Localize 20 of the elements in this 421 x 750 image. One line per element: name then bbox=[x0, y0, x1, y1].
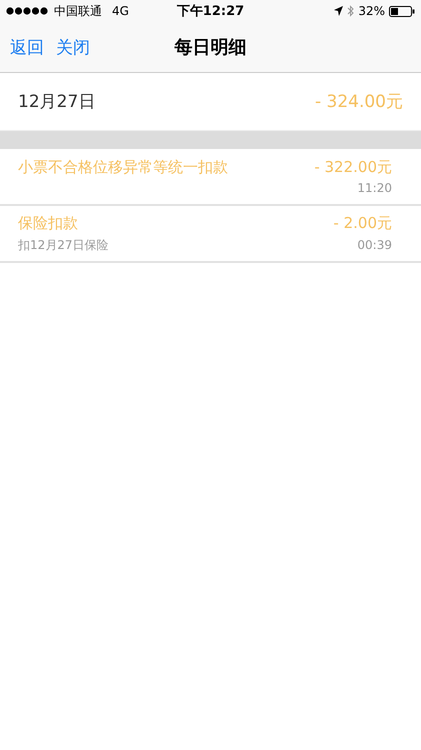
entry-note: 扣12月27日保险 bbox=[18, 236, 109, 254]
entry-title: 保险扣款 bbox=[18, 214, 78, 232]
entry-time: 11:20 bbox=[357, 181, 392, 195]
entry-amount: - 2.00元 bbox=[333, 214, 392, 232]
entry-title: 小票不合格位移异常等统一扣款 bbox=[18, 158, 228, 177]
bluetooth-icon bbox=[347, 5, 354, 17]
network-type: 4G bbox=[112, 4, 129, 18]
battery-icon bbox=[389, 6, 415, 16]
location-icon bbox=[334, 6, 344, 16]
nav-button[interactable]: 返回 bbox=[4, 34, 50, 60]
status-time: 下午12:27 bbox=[176, 3, 244, 20]
day-date: 12月27日 bbox=[18, 91, 96, 113]
battery-percent: 32% bbox=[358, 4, 385, 18]
signal-icon bbox=[6, 7, 50, 15]
entry-time: 00:39 bbox=[357, 238, 392, 252]
entry-amount: - 322.00元 bbox=[314, 158, 392, 177]
page-title: 每日明细 bbox=[174, 36, 246, 59]
carrier-name: 中国联通 bbox=[54, 2, 102, 20]
day-total: - 324.00元 bbox=[314, 91, 403, 113]
nav-button[interactable]: 关闭 bbox=[50, 34, 96, 60]
